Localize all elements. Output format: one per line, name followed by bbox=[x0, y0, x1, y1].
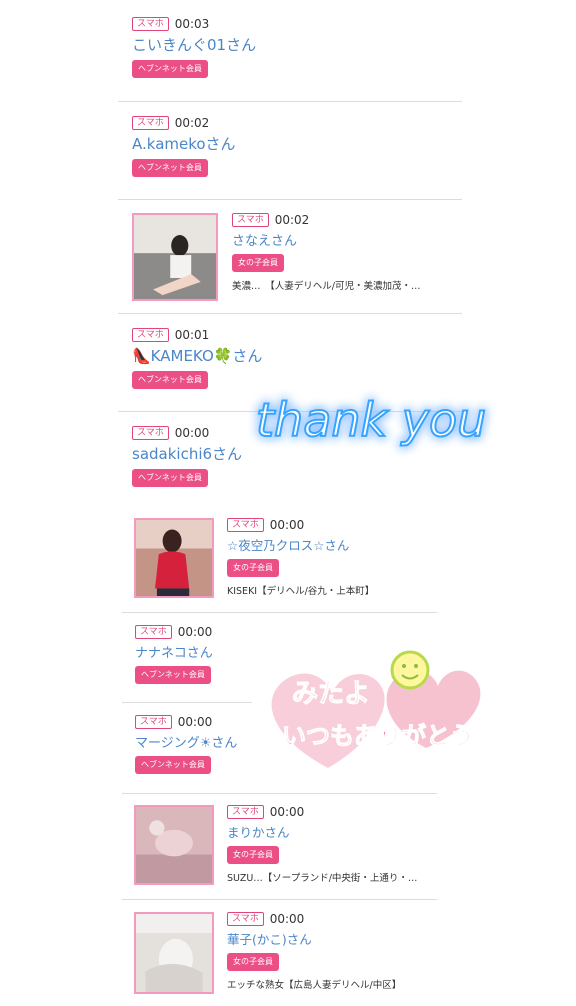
visitor-entry[interactable]: スマホ 00:00 マージング☀さん ヘブンネット会員 bbox=[135, 715, 237, 774]
visitor-name[interactable]: さなえさん bbox=[232, 230, 420, 249]
visit-time: 00:00 bbox=[269, 518, 305, 532]
device-tag: スマホ bbox=[135, 715, 172, 729]
divider bbox=[122, 612, 437, 613]
device-tag: スマホ bbox=[132, 17, 169, 31]
visit-time: 00:00 bbox=[177, 715, 213, 729]
member-badge: ヘブンネット会員 bbox=[132, 159, 208, 177]
device-tag: スマホ bbox=[227, 805, 264, 819]
visitor-entry[interactable]: スマホ 00:00 まりかさん 女の子会員 SUZU…【ソープランド/中央街・上通… bbox=[227, 805, 417, 884]
member-badge: 女の子会員 bbox=[227, 559, 279, 577]
visitor-entry[interactable]: スマホ 00:02 さなえさん 女の子会員 美濃… 【人妻デリヘル/可児・美濃加茂… bbox=[232, 213, 420, 292]
visitor-entry[interactable]: スマホ 00:03 こいきんぐ01さん ヘブンネット会員 bbox=[132, 17, 256, 78]
visit-time: 00:02 bbox=[274, 213, 310, 227]
device-tag: スマホ bbox=[132, 328, 169, 342]
member-badge: ヘブンネット会員 bbox=[135, 666, 211, 684]
visit-time: 00:00 bbox=[269, 912, 305, 926]
profile-photo[interactable] bbox=[134, 518, 214, 598]
visitor-name[interactable]: まりかさん bbox=[227, 822, 417, 841]
visitor-entry[interactable]: スマホ 00:01 👠KAMEKO🍀さん ヘブンネット会員 bbox=[132, 328, 262, 389]
member-badge: ヘブンネット会員 bbox=[135, 756, 211, 774]
visitor-name[interactable]: 華子(かこ)さん bbox=[227, 929, 401, 948]
visitor-entry[interactable]: スマホ 00:00 sadakichi6さん ヘブンネット会員 bbox=[132, 426, 242, 487]
visit-time: 00:00 bbox=[174, 426, 210, 440]
visitor-entry[interactable]: スマホ 00:00 ☆夜空乃クロス☆さん 女の子会員 KISEKI【デリヘル/谷九… bbox=[227, 518, 374, 597]
visit-time: 00:03 bbox=[174, 17, 210, 31]
visitor-entry[interactable]: スマホ 00:00 華子(かこ)さん 女の子会員 エッチな熟女【広島人妻デリヘル/… bbox=[227, 912, 401, 991]
visitor-name[interactable]: A.kamekoさん bbox=[132, 133, 236, 154]
member-badge: ヘブンネット会員 bbox=[132, 469, 208, 487]
visit-time: 00:00 bbox=[269, 805, 305, 819]
device-tag: スマホ bbox=[132, 116, 169, 130]
visitor-name[interactable]: ナナネコさん bbox=[135, 642, 213, 661]
device-tag: スマホ bbox=[227, 518, 264, 532]
divider bbox=[118, 313, 462, 314]
visit-time: 00:01 bbox=[174, 328, 210, 342]
profile-photo[interactable] bbox=[134, 805, 214, 885]
divider bbox=[118, 101, 462, 102]
smiley-icon bbox=[390, 650, 430, 690]
shop-info[interactable]: SUZU…【ソープランド/中央街・上通り・… bbox=[227, 870, 417, 884]
member-badge: 女の子会員 bbox=[232, 254, 284, 272]
member-badge: ヘブンネット会員 bbox=[132, 371, 208, 389]
device-tag: スマホ bbox=[232, 213, 269, 227]
visitor-name[interactable]: こいきんぐ01さん bbox=[132, 34, 256, 55]
divider bbox=[118, 199, 462, 200]
device-tag: スマホ bbox=[227, 912, 264, 926]
device-tag: スマホ bbox=[132, 426, 169, 440]
message-line2: いつもありがとう bbox=[282, 722, 474, 750]
divider bbox=[122, 702, 252, 703]
divider bbox=[122, 793, 437, 794]
mitayo-sticker: みたよ いつもありがとう bbox=[258, 636, 484, 776]
visit-time: 00:00 bbox=[177, 625, 213, 639]
thank-you-sticker: thank you bbox=[244, 384, 530, 458]
visit-time: 00:02 bbox=[174, 116, 210, 130]
visitor-name[interactable]: ☆夜空乃クロス☆さん bbox=[227, 535, 374, 554]
profile-photo[interactable] bbox=[132, 213, 218, 301]
thank-you-text: thank you bbox=[256, 393, 486, 447]
divider bbox=[122, 899, 437, 900]
visitor-entry[interactable]: スマホ 00:02 A.kamekoさん ヘブンネット会員 bbox=[132, 116, 236, 177]
visitor-name[interactable]: マージング☀さん bbox=[135, 732, 237, 751]
shop-info[interactable]: 美濃… 【人妻デリヘル/可児・美濃加茂・… bbox=[232, 278, 420, 292]
profile-photo[interactable] bbox=[134, 912, 214, 994]
member-badge: 女の子会員 bbox=[227, 846, 279, 864]
member-badge: ヘブンネット会員 bbox=[132, 60, 208, 78]
member-badge: 女の子会員 bbox=[227, 953, 279, 971]
shop-info[interactable]: KISEKI【デリヘル/谷九・上本町】 bbox=[227, 583, 374, 597]
message-line1: みたよ bbox=[292, 679, 370, 709]
visitor-entry[interactable]: スマホ 00:00 ナナネコさん ヘブンネット会員 bbox=[135, 625, 213, 684]
visitor-name[interactable]: 👠KAMEKO🍀さん bbox=[132, 345, 262, 366]
device-tag: スマホ bbox=[135, 625, 172, 639]
visitor-name[interactable]: sadakichi6さん bbox=[132, 443, 242, 464]
shop-info[interactable]: エッチな熟女【広島人妻デリヘル/中区】 bbox=[227, 977, 401, 991]
